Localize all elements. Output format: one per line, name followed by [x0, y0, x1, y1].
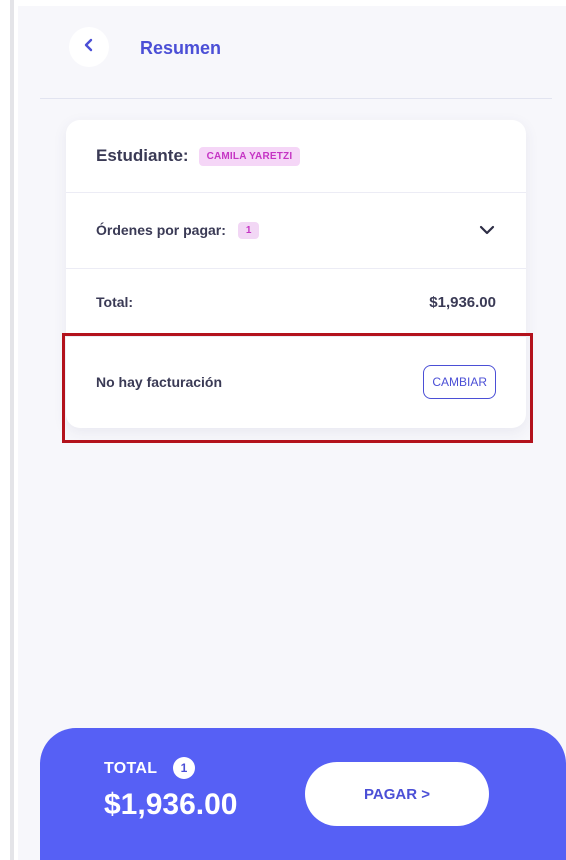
summary-card: Estudiante: CAMILA YARETZI Órdenes por p… [66, 120, 526, 428]
orders-label: Órdenes por pagar: [96, 222, 226, 238]
footer-total-label: TOTAL [104, 760, 158, 777]
orders-row[interactable]: Órdenes por pagar: 1 [66, 192, 526, 268]
change-billing-button[interactable]: CAMBIAR [423, 365, 496, 399]
payment-footer: TOTAL 1 $1,936.00 PAGAR > [40, 728, 566, 860]
total-label: Total: [96, 294, 134, 310]
footer-count-badge: 1 [173, 757, 195, 779]
total-row: Total: $1,936.00 [66, 268, 526, 336]
pay-button[interactable]: PAGAR > [305, 762, 489, 826]
header-divider [40, 98, 552, 99]
back-button[interactable] [69, 27, 109, 67]
billing-status-label: No hay facturación [96, 374, 223, 390]
orders-count-badge: 1 [237, 221, 260, 239]
student-row: Estudiante: CAMILA YARETZI [66, 120, 526, 192]
page-title: Resumen [140, 38, 222, 58]
student-name-badge: CAMILA YARETZI [198, 146, 301, 166]
window-left-edge [0, 0, 14, 860]
student-label: Estudiante: [96, 146, 189, 165]
billing-row: No hay facturación CAMBIAR [66, 336, 526, 428]
summary-screen: Resumen Estudiante: CAMILA YARETZI Órden… [18, 6, 566, 860]
footer-total-amount: $1,936.00 [104, 788, 238, 821]
chevron-left-icon [82, 38, 96, 57]
header: Resumen [18, 6, 566, 98]
total-amount: $1,936.00 [429, 293, 496, 311]
chevron-down-icon[interactable] [478, 221, 496, 239]
